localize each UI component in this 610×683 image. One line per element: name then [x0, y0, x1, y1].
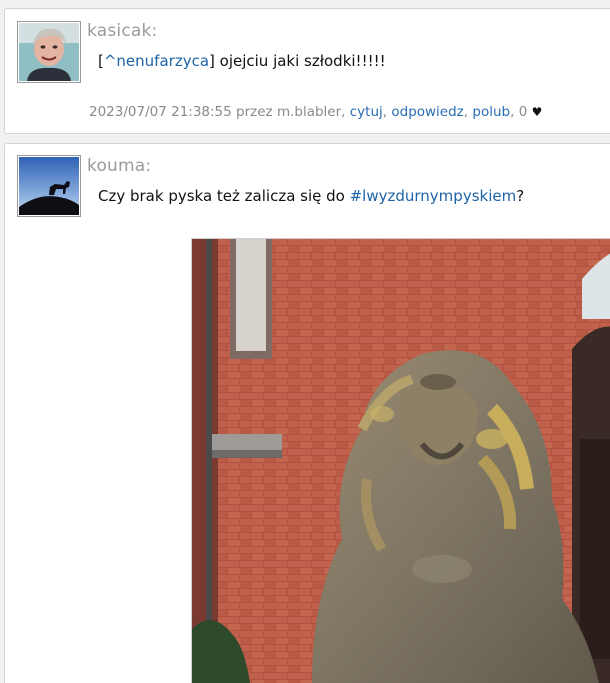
post-body: [^nenufarzyca] ojejciu jaki szłodki!!!!!	[98, 52, 386, 70]
post-text: ojejciu jaki szłodki!!!!!	[214, 52, 386, 70]
heart-icon: ♥	[531, 105, 543, 119]
reply-link[interactable]: odpowiedz	[391, 104, 463, 120]
separator: ,	[341, 104, 346, 120]
post-meta: 2023/07/07 21:38:55 przez m.blabler, cyt…	[89, 104, 542, 120]
mention-link[interactable]: ^nenufarzyca	[104, 52, 209, 70]
like-link[interactable]: polub	[472, 104, 510, 120]
author-name[interactable]: kasicak:	[87, 21, 157, 41]
lion-statue-photo	[192, 239, 610, 683]
post-kouma: kouma: Czy brak pyska też zalicza się do…	[4, 143, 610, 683]
post-text-end: ?	[516, 187, 525, 205]
avatar[interactable]	[17, 21, 81, 83]
like-count: 0	[518, 104, 528, 120]
avatar[interactable]	[17, 155, 81, 217]
post-kasicak: kasicak: [^nenufarzyca] ojejciu jaki szł…	[4, 8, 610, 134]
quote-link[interactable]: cytuj	[350, 104, 383, 120]
hashtag-link[interactable]: #lwyzdurnympyskiem	[350, 187, 517, 205]
by-label: przez	[236, 104, 273, 120]
separator: ,	[382, 104, 388, 120]
separator: ,	[510, 104, 515, 120]
post-image[interactable]	[191, 238, 610, 683]
user-avatar-image	[19, 23, 79, 81]
source-user: m.blabler	[276, 104, 342, 120]
author-name[interactable]: kouma:	[87, 156, 151, 176]
separator: ,	[463, 104, 469, 120]
user-avatar-image	[19, 157, 79, 215]
feed: kasicak: [^nenufarzyca] ojejciu jaki szł…	[0, 0, 610, 683]
post-text: Czy brak pyska też zalicza się do	[98, 187, 350, 205]
post-datetime: 2023/07/07 21:38:55	[89, 104, 232, 120]
post-body: Czy brak pyska też zalicza się do #lwyzd…	[98, 187, 524, 205]
